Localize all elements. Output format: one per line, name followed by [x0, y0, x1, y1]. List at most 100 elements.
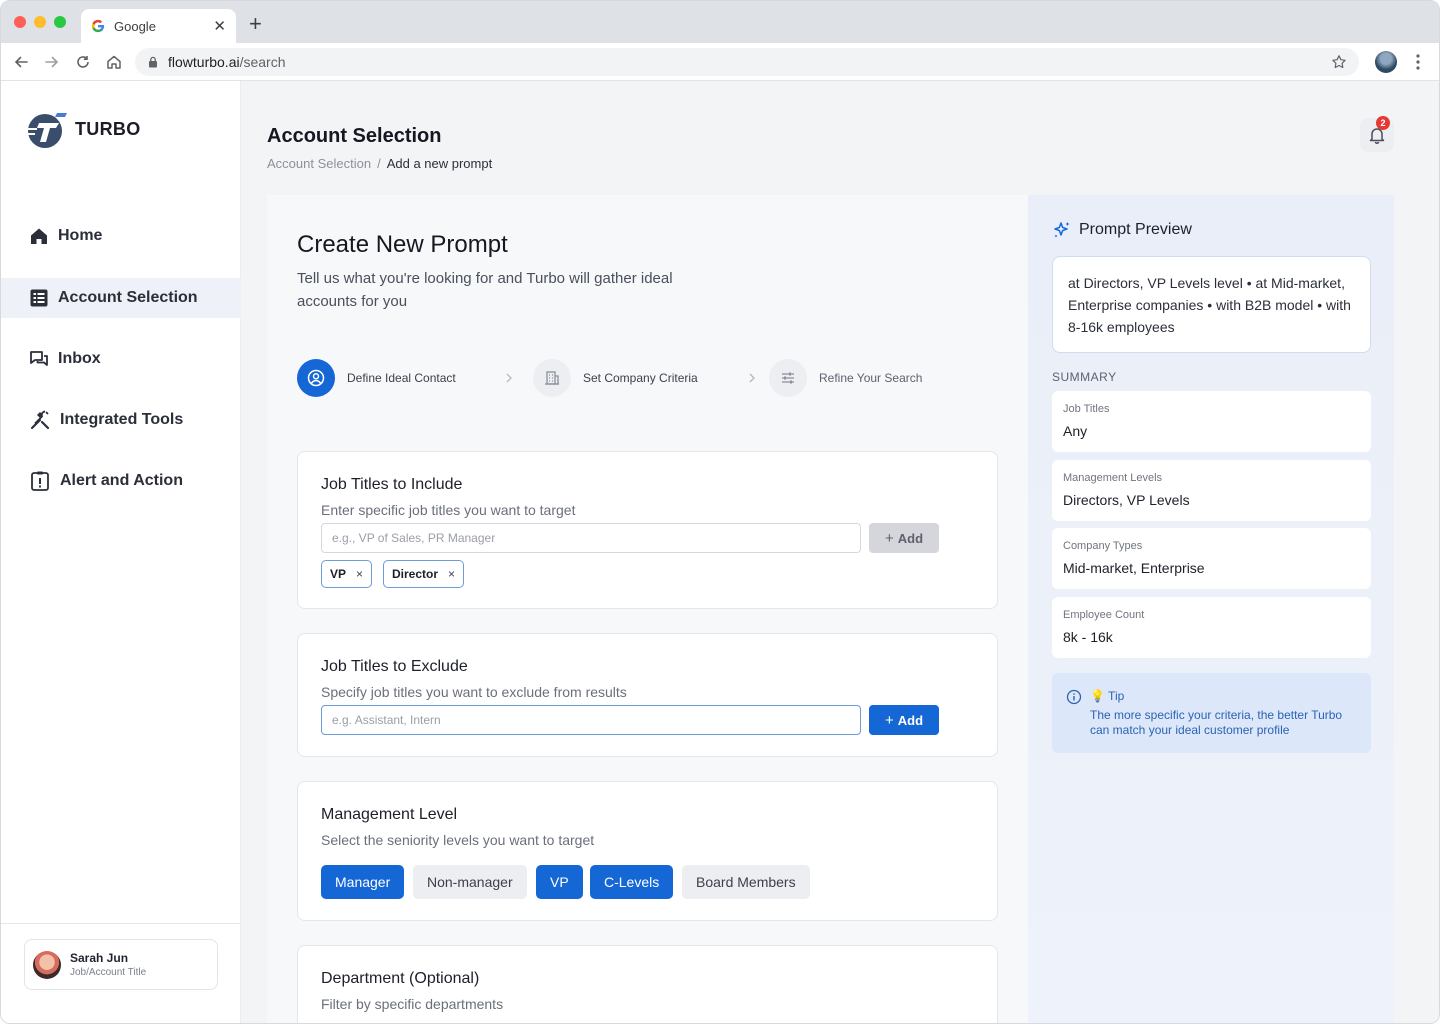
- tip-text: The more specific your criteria, the bet…: [1090, 708, 1343, 737]
- summary-company-types: Company Types Mid-market, Enterprise: [1052, 528, 1371, 589]
- prompt-preview-text: at Directors, VP Levels level • at Mid-m…: [1052, 256, 1371, 353]
- remove-chip-icon[interactable]: ×: [448, 567, 455, 581]
- step-define-ideal-contact[interactable]: Define Ideal Contact: [297, 359, 456, 397]
- create-prompt-panel: Create New Prompt Tell us what you're lo…: [267, 195, 1028, 1023]
- sidebar-item-inbox[interactable]: Inbox: [1, 339, 241, 379]
- building-icon: [545, 371, 559, 385]
- list-icon: [30, 289, 48, 307]
- exclude-titles-input[interactable]: [321, 705, 861, 735]
- card-title: Management Level: [321, 806, 458, 823]
- summary-job-titles: Job Titles Any: [1052, 391, 1371, 452]
- summary-value: 8k - 16k: [1063, 629, 1113, 645]
- summary-key: Company Types: [1063, 540, 1143, 552]
- include-add-button[interactable]: + Add: [869, 523, 939, 553]
- step-label: Set Company Criteria: [583, 371, 698, 385]
- level-option-manager[interactable]: Manager: [321, 865, 405, 899]
- notifications-button[interactable]: 2: [1360, 116, 1394, 152]
- sidebar-item-integrated-tools[interactable]: Integrated Tools: [1, 400, 241, 440]
- sliders-icon: [782, 372, 794, 384]
- step-set-company-criteria[interactable]: Set Company Criteria: [533, 359, 698, 397]
- prompt-preview-panel: Prompt Preview at Directors, VP Levels l…: [1028, 195, 1394, 1023]
- management-level-card: Management Level Select the seniority le…: [297, 781, 998, 921]
- step-indicator: [769, 359, 807, 397]
- tip-box: 💡 Tip The more specific your criteria, t…: [1052, 673, 1371, 753]
- chevron-right-icon: [749, 373, 755, 383]
- step-indicator: [533, 359, 571, 397]
- url-path: /search: [239, 54, 286, 70]
- preview-title: Prompt Preview: [1079, 221, 1192, 238]
- card-description: Select the seniority levels you want to …: [321, 832, 595, 848]
- card-title: Job Titles to Include: [321, 476, 463, 493]
- home-browser-icon[interactable]: [104, 52, 124, 72]
- browser-profile-avatar[interactable]: [1375, 51, 1397, 73]
- exclude-add-button[interactable]: + Add: [869, 705, 939, 735]
- summary-management-levels: Management Levels Directors, VP Levels: [1052, 460, 1371, 521]
- user-circle-icon: [307, 369, 325, 387]
- remove-chip-icon[interactable]: ×: [356, 567, 363, 581]
- step-refine-your-search[interactable]: Refine Your Search: [769, 359, 922, 397]
- chevron-right-icon: [506, 373, 512, 383]
- user-info: Sarah Jun Job/Account Title: [70, 951, 146, 978]
- level-option-non-manager[interactable]: Non-manager: [413, 865, 527, 899]
- browser-menu-icon[interactable]: [1415, 53, 1421, 71]
- sidebar-item-label: Account Selection: [58, 289, 198, 306]
- browser-window: Google ✕ + flowturbo.ai/search TURBO Hom…: [0, 0, 1440, 1024]
- breadcrumb-link[interactable]: Account Selection: [267, 156, 371, 171]
- include-titles-input[interactable]: [321, 523, 861, 553]
- browser-tab[interactable]: Google ✕: [81, 9, 236, 43]
- address-bar[interactable]: flowturbo.ai/search: [135, 48, 1359, 76]
- chat-icon: [30, 351, 48, 366]
- sidebar-item-home[interactable]: Home: [1, 216, 241, 256]
- alert-icon: [31, 471, 49, 491]
- sidebar-item-account-selection[interactable]: Account Selection: [1, 278, 241, 318]
- bookmark-star-icon[interactable]: [1331, 54, 1347, 70]
- sidebar-item-label: Home: [58, 227, 103, 244]
- maximize-window-button[interactable]: [54, 16, 66, 28]
- include-titles-card: Job Titles to Include Enter specific job…: [297, 451, 998, 609]
- card-description: Specify job titles you want to exclude f…: [321, 684, 627, 700]
- form-subtitle: Tell us what you're looking for and Turb…: [297, 270, 673, 310]
- summary-key: Employee Count: [1063, 609, 1145, 621]
- page-title: Account Selection: [267, 125, 442, 147]
- summary-label: SUMMARY: [1052, 370, 1117, 384]
- level-option-c-levels[interactable]: C-Levels: [590, 865, 674, 899]
- user-name: Sarah Jun: [70, 951, 129, 965]
- summary-value: Directors, VP Levels: [1063, 492, 1190, 508]
- info-icon: [1066, 689, 1082, 705]
- minimize-window-button[interactable]: [34, 16, 46, 28]
- user-role: Job/Account Title: [70, 967, 147, 978]
- tools-icon: [30, 410, 50, 430]
- lock-icon: [149, 56, 157, 68]
- home-icon: [31, 228, 47, 244]
- add-button-label: Add: [897, 530, 924, 546]
- add-button-label: Add: [897, 712, 924, 728]
- level-option-vp[interactable]: VP: [536, 865, 583, 899]
- forward-arrow-icon[interactable]: [42, 52, 62, 72]
- close-window-button[interactable]: [14, 16, 26, 28]
- back-arrow-icon[interactable]: [11, 52, 31, 72]
- sidebar-item-alert-and-action[interactable]: Alert and Action: [1, 461, 241, 501]
- step-indicator: [297, 359, 335, 397]
- app-root: TURBO Home Account Selection Inbox Integ…: [1, 81, 1439, 1023]
- chip-vp: VP ×: [321, 560, 373, 588]
- tab-close-icon[interactable]: ✕: [213, 17, 226, 35]
- chip-label: Director: [392, 567, 439, 581]
- card-title: Job Titles to Exclude: [321, 658, 468, 675]
- sparkle-icon: [1054, 222, 1070, 238]
- sidebar: TURBO Home Account Selection Inbox Integ…: [1, 81, 241, 1023]
- exclude-titles-card: Job Titles to Exclude Specify job titles…: [297, 633, 998, 757]
- brand-name: TURBO: [75, 118, 141, 139]
- new-tab-button[interactable]: +: [249, 13, 262, 35]
- department-card: Department (Optional) Filter by specific…: [297, 945, 998, 1023]
- card-title: Department (Optional): [321, 970, 480, 987]
- user-profile-card[interactable]: Sarah Jun Job/Account Title: [24, 939, 218, 990]
- sidebar-item-label: Integrated Tools: [60, 411, 184, 428]
- brand-logo[interactable]: TURBO: [25, 109, 141, 149]
- preview-header: Prompt Preview: [1052, 220, 1192, 240]
- level-option-board-members[interactable]: Board Members: [682, 865, 810, 899]
- form-title: Create New Prompt: [297, 231, 508, 258]
- reload-icon[interactable]: [73, 52, 93, 72]
- summary-employee-count: Employee Count 8k - 16k: [1052, 597, 1371, 658]
- sidebar-item-label: Alert and Action: [60, 472, 183, 489]
- breadcrumb-separator: /: [377, 156, 381, 171]
